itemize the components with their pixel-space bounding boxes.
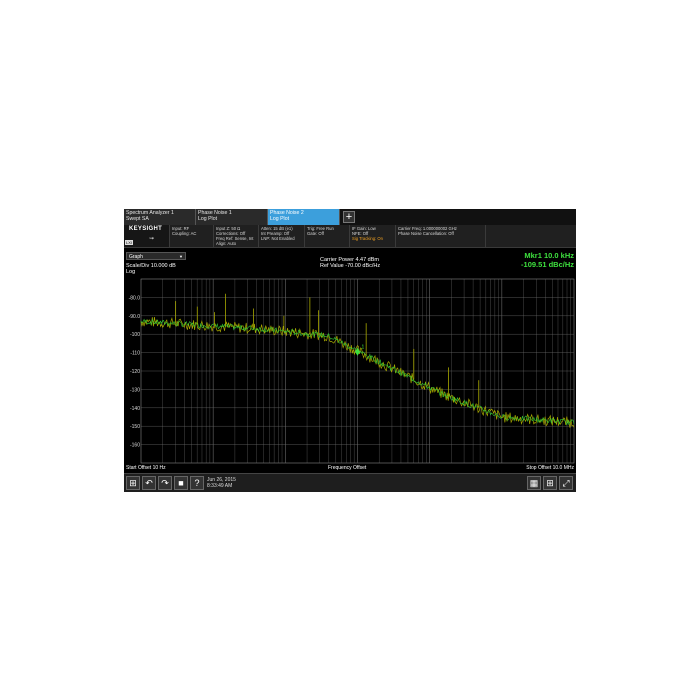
setting-align: Align: Auto: [216, 241, 237, 246]
input-settings[interactable]: Input: RF Coupling: AC: [169, 225, 213, 247]
fullscreen-icon[interactable]: ⤢: [559, 476, 573, 490]
stop-offset[interactable]: Stop Offset 10.0 MHz: [526, 465, 574, 472]
frequency-axis-bar: Start Offset 10 Hz Frequency Offset Stop…: [124, 465, 576, 472]
tab-phase-noise-1[interactable]: Phase Noise 1 Log Plot: [196, 209, 268, 225]
signal-arrow-icon: ⇝: [149, 236, 155, 242]
carrier-settings[interactable]: Carrier Freq: 1.000000002 GHz Phase Nois…: [395, 225, 485, 247]
dropdown-arrow-icon: ▼: [179, 254, 183, 259]
y-tick-label: -100: [130, 332, 140, 338]
setting-gate: Gate: Off: [307, 231, 324, 236]
date-time: Jun 26, 2015 8:33:49 AM: [207, 477, 236, 489]
brand-name: KEYSIGHT: [129, 226, 163, 232]
graph-panel: -80.0 -90.0 -100 -110 -120 -130 -140 -150 -160 1 …: [124, 249, 576, 471]
tab-subtitle: Swept SA: [126, 216, 149, 222]
setting-lnp: LNP: Not Enabled: [261, 236, 295, 241]
tab-subtitle: Log Plot: [198, 216, 218, 222]
setting-sig-tracking: Sig Tracking: On: [352, 236, 383, 241]
y-tick-label: -80.0: [129, 295, 141, 301]
windows-icon[interactable]: ⊞: [126, 476, 140, 490]
trigger-settings[interactable]: Trig: Free Run Gate: Off: [304, 225, 349, 247]
settings-spacer: [485, 225, 576, 247]
if-settings[interactable]: IF Gain: Low NFE: Off Sig Tracking: On: [349, 225, 395, 247]
grid-icon[interactable]: ⊞: [543, 476, 557, 490]
redo-icon[interactable]: ↷: [158, 476, 172, 490]
start-offset[interactable]: Start Offset 10 Hz: [126, 465, 166, 472]
folder-icon[interactable]: ■: [174, 476, 188, 490]
axis-title: Frequency Offset: [328, 465, 367, 471]
taskbar: ⊞ ↶ ↷ ■ ? Jun 26, 2015 8:33:49 AM ▦ ⊞ ⤢: [124, 473, 576, 492]
layout-icon[interactable]: ▦: [527, 476, 541, 490]
attenuation-settings[interactable]: Atten: 15 dB (e1) Int Preamp: Off LNP: N…: [258, 225, 304, 247]
instrument-screen: Spectrum Analyzer 1 Swept SA Phase Noise…: [124, 209, 576, 492]
graph-view-select[interactable]: Graph ▼: [126, 252, 186, 260]
y-tick-label: -160: [130, 443, 140, 449]
undo-icon[interactable]: ↶: [142, 476, 156, 490]
time: 8:33:49 AM: [207, 483, 233, 489]
marker-1-label: 1: [362, 345, 365, 351]
y-tick-label: -130: [130, 387, 140, 393]
tab-bar: Spectrum Analyzer 1 Swept SA Phase Noise…: [124, 209, 576, 225]
graph-view-value: Graph: [129, 254, 143, 260]
phase-noise-plot[interactable]: -80.0 -90.0 -100 -110 -120 -130 -140 -150 -160 1: [124, 249, 576, 471]
help-icon[interactable]: ?: [190, 476, 204, 490]
y-tick-label: -120: [130, 369, 140, 375]
tab-subtitle: Log Plot: [270, 216, 290, 222]
ref-value: Ref Value -70.00 dBc/Hz: [320, 263, 381, 269]
y-tick-label: -140: [130, 406, 140, 412]
setting-coupling: Coupling: AC: [172, 231, 197, 236]
keysight-logo: KEYSIGHT ⇝ LXI: [124, 225, 169, 247]
y-tick-label: -110: [130, 351, 140, 357]
scale-type: Log: [126, 269, 136, 275]
marker-frequency: Mkr1 10.0 kHz: [524, 251, 574, 260]
add-tab-button[interactable]: +: [343, 211, 355, 223]
input-z-settings[interactable]: Input Z: 50 Ω Corrections: Off Freq Ref:…: [213, 225, 258, 247]
tab-phase-noise-2[interactable]: Phase Noise 2 Log Plot: [268, 209, 340, 225]
tab-spectrum-analyzer[interactable]: Spectrum Analyzer 1 Swept SA: [124, 209, 196, 225]
settings-bar: KEYSIGHT ⇝ LXI Input: RF Coupling: AC In…: [124, 225, 576, 248]
y-tick-label: -90.0: [129, 314, 141, 320]
marker-value: -109.51 dBc/Hz: [521, 260, 574, 269]
setting-pn-cancellation: Phase Noise Cancellation: Off: [398, 231, 454, 236]
y-tick-label: -150: [130, 424, 140, 430]
lxi-badge: LXI: [125, 240, 134, 245]
